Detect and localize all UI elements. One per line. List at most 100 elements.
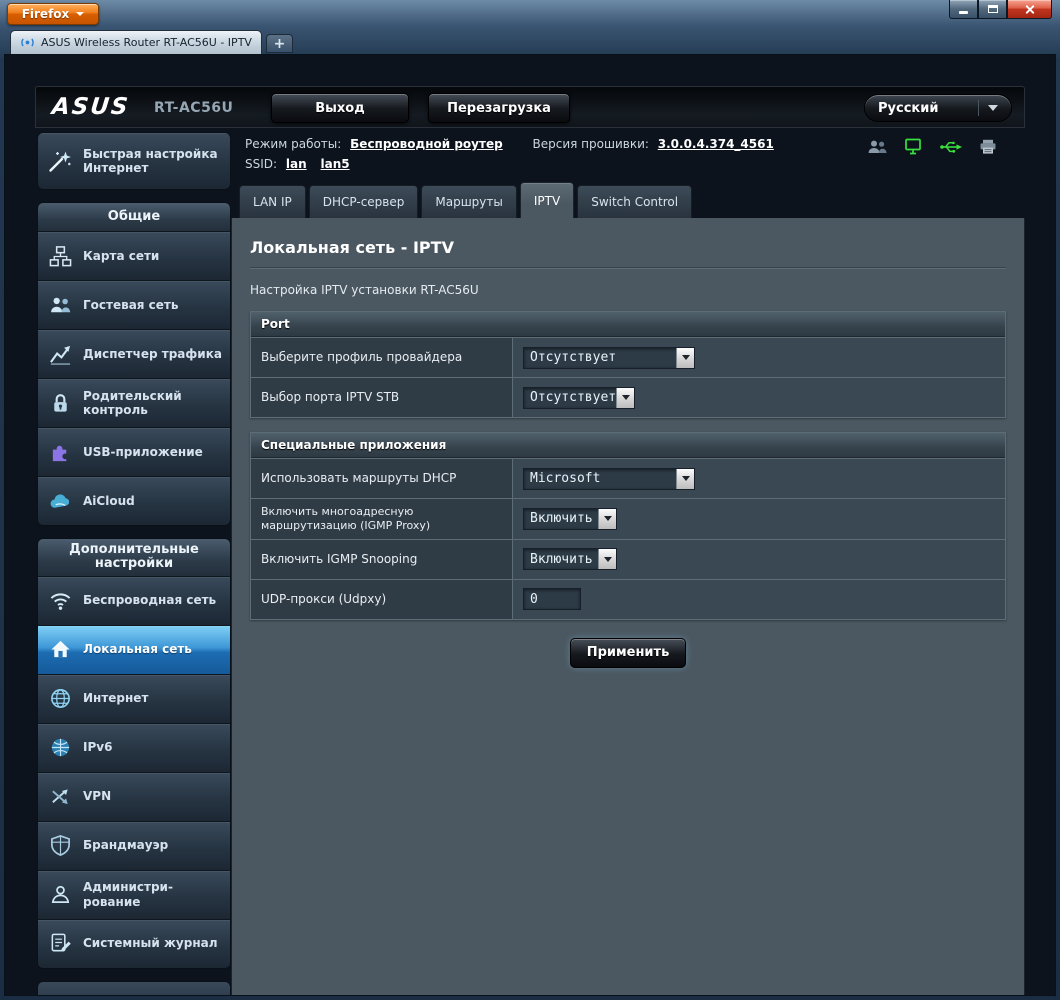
document-pencil-icon [46, 932, 74, 955]
dropdown-arrow-icon[interactable] [616, 387, 634, 408]
maximize-button[interactable] [978, 0, 1007, 19]
language-select[interactable]: Русский [864, 94, 1012, 122]
table-row: Использовать маршруты DHCP Microsoft [251, 458, 1005, 498]
firefox-menu-button[interactable]: Firefox [7, 3, 99, 25]
sidebar-item-aicloud[interactable]: AiCloud [38, 476, 230, 525]
asus-logo: ASUS [50, 94, 131, 120]
firefox-menu-label: Firefox [21, 7, 70, 21]
sidebar-section-title: Общие [38, 203, 230, 231]
operation-mode-link[interactable]: Беспроводной роутер [350, 137, 503, 151]
tab-switch-control[interactable]: Switch Control [577, 185, 693, 218]
ssid-link-2[interactable]: lan5 [320, 157, 349, 171]
table-row: Включить IGMP Snooping Включить [251, 538, 1005, 579]
sidebar-item-label: Диспетчер трафика [83, 346, 222, 361]
dropdown-arrow-icon[interactable] [676, 347, 694, 368]
wifi-icon [46, 589, 74, 612]
sidebar-item-traffic-manager[interactable]: Диспетчер трафика [38, 329, 230, 378]
sidebar-item-label: AiCloud [83, 493, 135, 508]
udpxy-input[interactable] [523, 588, 581, 610]
sidebar-item-label: USB-приложение [83, 444, 203, 459]
browser-window: Firefox ASUS Wireless Router RT-AC56U - … [0, 0, 1060, 1000]
dhcp-routes-select[interactable]: Microsoft [523, 467, 695, 490]
minimize-button[interactable] [949, 0, 978, 19]
content-panel: Локальная сеть - IPTV Настройка IPTV уст… [231, 218, 1025, 995]
tab-lan-ip[interactable]: LAN IP [239, 185, 306, 218]
dropdown-arrow-icon[interactable] [676, 468, 694, 489]
maximize-icon [987, 5, 998, 13]
printer-icon[interactable] [979, 139, 997, 155]
select-value: Отсутствует [530, 350, 617, 365]
sidebar-item-label: Беспроводная сеть [83, 593, 217, 608]
browser-tabbar: ASUS Wireless Router RT-AC56U - IPTV + [0, 28, 1060, 54]
tab-routes[interactable]: Маршруты [421, 185, 517, 218]
sidebar-item-label: Гостевая сеть [83, 297, 179, 312]
sidebar-item-usb-application[interactable]: USB-приложение [38, 427, 230, 476]
port-section: Port Выберите профиль провайдера Отсутст… [250, 311, 1006, 418]
close-icon [1024, 4, 1035, 15]
person-icon [46, 883, 74, 906]
usb-device-icon[interactable] [939, 139, 963, 155]
guest-network-icon [46, 294, 74, 317]
tab-iptv[interactable]: IPTV [519, 182, 575, 218]
sidebar-item-parental-control[interactable]: Родительский контроль [38, 378, 230, 427]
sidebar-item-label: Системный журнал [83, 936, 218, 951]
router-model: RT-AC56U [154, 100, 234, 116]
row-value-cell: Включить [513, 499, 1005, 539]
select-value: Включить [530, 511, 593, 527]
sidebar-item-firewall[interactable]: Брандмауэр [38, 820, 230, 870]
sidebar-section-general: Общие Карта сети Гостевая сеть Диспетчер… [37, 202, 231, 526]
sidebar-item-ipv6[interactable]: IPv6 [38, 722, 230, 772]
clients-icon[interactable] [867, 139, 888, 155]
table-row: Включить многоадресную маршрутизацию (IG… [251, 498, 1005, 539]
sidebar-item-administration[interactable]: Администри-рование [38, 869, 230, 919]
sidebar-item-label: Брандмауэр [83, 838, 169, 853]
sidebar-item-label: Администри-рование [83, 880, 173, 909]
close-button[interactable] [1007, 0, 1052, 19]
sidebar-item-guest-network[interactable]: Гостевая сеть [38, 280, 230, 329]
wired-clients-monitor-icon[interactable] [904, 138, 923, 155]
lan-tab-strip: LAN IP DHCP-сервер Маршруты IPTV Switch … [231, 182, 1025, 218]
sidebar-item-network-map[interactable]: Карта сети [38, 231, 230, 280]
divider [978, 100, 979, 116]
igmp-proxy-select[interactable]: Включить [523, 507, 617, 530]
operation-mode-label: Режим работы: [245, 137, 342, 151]
row-label: Выберите профиль провайдера [251, 338, 513, 377]
sidebar-item-label: IPv6 [83, 740, 113, 755]
row-label: Включить IGMP Snooping [251, 539, 513, 579]
sidebar-section-advanced: Дополнительные настройки Беспроводная се… [37, 538, 231, 969]
firmware-version-link[interactable]: 3.0.0.4.374_4561 [658, 137, 774, 151]
iptv-stb-port-select[interactable]: Отсутствует [523, 386, 635, 409]
reboot-button[interactable]: Перезагрузка [428, 93, 570, 123]
provider-profile-select[interactable]: Отсутствует [523, 346, 695, 369]
page-title: Локальная сеть - IPTV [250, 238, 454, 257]
table-row: Выбор порта IPTV STB Отсутствует [251, 377, 1005, 417]
magic-wand-icon [46, 149, 74, 173]
tab-dhcp-server[interactable]: DHCP-сервер [308, 185, 419, 218]
browser-tab-title: ASUS Wireless Router RT-AC56U - IPTV [41, 36, 252, 49]
sidebar-section-title: Дополнительные настройки [38, 539, 230, 576]
sidebar-item-vpn[interactable]: VPN [38, 771, 230, 821]
status-line-2: SSID: lan lan5 [245, 157, 1015, 171]
chevron-down-icon [76, 12, 85, 16]
row-label: UDP-прокси (Udpxy) [251, 579, 513, 619]
router-body: Быстрая настройка Интернет Общие Карта с… [35, 128, 1025, 995]
logout-button[interactable]: Выход [271, 93, 409, 123]
sidebar-item-quick-internet-setup[interactable]: Быстрая настройка Интернет [38, 133, 230, 189]
igmp-snooping-select[interactable]: Включить [523, 548, 617, 570]
dropdown-arrow-icon[interactable] [598, 508, 616, 529]
sidebar-item-label: Родительский контроль [83, 388, 182, 417]
sidebar-item-system-log[interactable]: Системный журнал [38, 918, 230, 968]
ssid-link-1[interactable]: lan [286, 157, 307, 171]
select-value: Microsoft [530, 471, 601, 486]
page-description: Настройка IPTV установки RT-AC56U [250, 283, 479, 297]
dropdown-arrow-icon[interactable] [598, 549, 616, 569]
vpn-arrows-icon [46, 785, 74, 808]
sidebar-item-wan[interactable]: Интернет [38, 673, 230, 723]
new-tab-button[interactable]: + [266, 34, 293, 53]
sidebar-item-partial[interactable] [37, 980, 231, 995]
window-controls [949, 0, 1052, 19]
browser-tab-active[interactable]: ASUS Wireless Router RT-AC56U - IPTV [10, 30, 262, 54]
sidebar-item-wireless[interactable]: Беспроводная сеть [38, 575, 230, 625]
apply-button[interactable]: Применить [570, 637, 686, 668]
sidebar-item-lan[interactable]: Локальная сеть [38, 624, 230, 674]
